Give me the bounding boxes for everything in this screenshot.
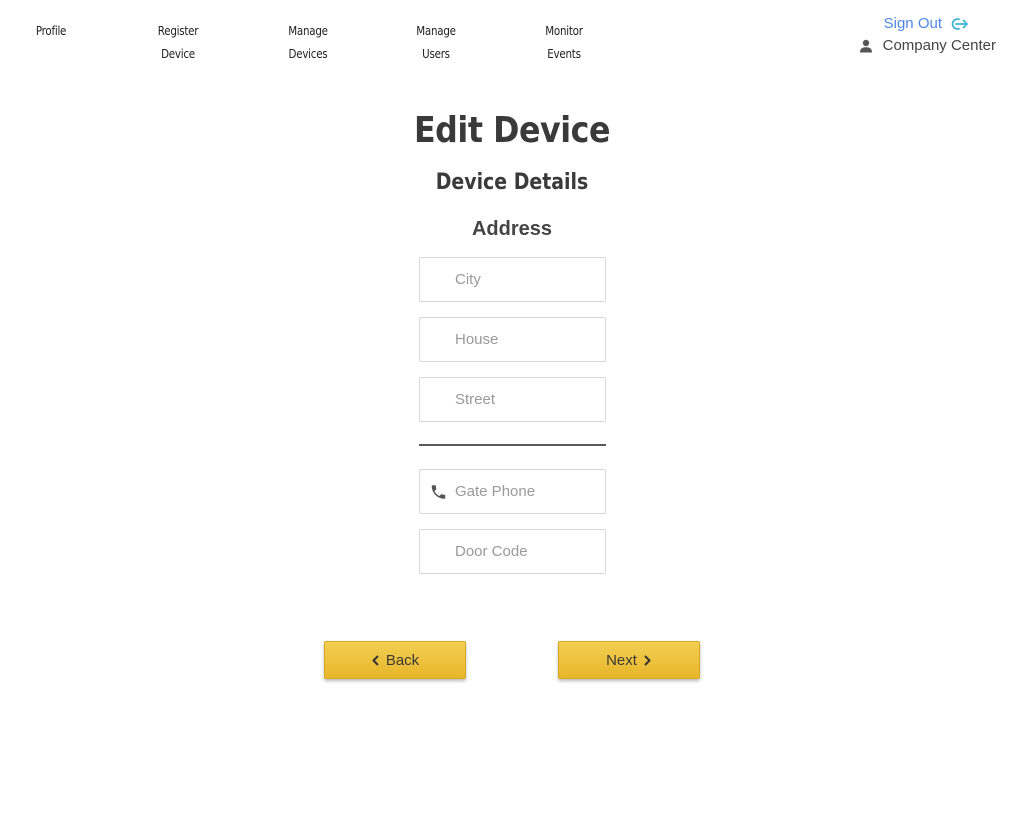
chevron-left-icon: [372, 654, 379, 666]
sign-out-link[interactable]: Sign Out: [884, 14, 970, 34]
nav-item-label: Monitor: [545, 24, 583, 38]
top-nav: Profile Register Device Manage Devices M…: [0, 20, 640, 70]
company-name: Company Center: [882, 37, 996, 54]
nav-item-label: Manage: [416, 24, 456, 38]
door-code-field: [419, 529, 606, 574]
street-field: [419, 377, 606, 422]
gate-phone-field: [419, 469, 606, 514]
user-box: Sign Out Company Center: [846, 14, 996, 62]
nav-item-profile[interactable]: Profile: [24, 20, 77, 43]
sign-out-label: Sign Out: [883, 15, 942, 32]
nav-item-manage-users[interactable]: Manage Users: [403, 20, 468, 66]
back-button-label: Back: [385, 651, 420, 669]
nav-item-monitor-events[interactable]: Monitor Events: [531, 20, 596, 66]
nav-item-label: Manage: [288, 24, 328, 38]
phone-icon: [431, 485, 446, 499]
gate-phone-input[interactable]: [455, 470, 600, 513]
street-input[interactable]: [455, 378, 600, 421]
user-icon: [859, 39, 872, 53]
nav-item-label: Profile: [35, 24, 67, 38]
door-code-input[interactable]: [455, 530, 600, 573]
nav-item-register-device[interactable]: Register Device: [145, 20, 210, 66]
nav-item-label-line2: Events: [547, 47, 581, 61]
chevron-right-icon: [644, 654, 651, 666]
section-title-address: Address: [471, 218, 553, 240]
next-button[interactable]: Next: [558, 641, 700, 679]
nav-item-label: Register: [157, 24, 199, 38]
next-button-label: Next: [606, 651, 637, 669]
house-field: [419, 317, 606, 362]
city-input[interactable]: [455, 258, 600, 301]
nav-item-label-line2: Devices: [288, 47, 328, 61]
nav-item-manage-devices[interactable]: Manage Devices: [275, 20, 340, 66]
nav-item-label-line2: Users: [422, 47, 450, 61]
page-title: Edit Device: [413, 110, 611, 151]
company-label: Company Center: [859, 36, 996, 56]
city-field: [419, 257, 606, 302]
house-input[interactable]: [455, 318, 600, 361]
sign-out-icon: [951, 18, 968, 30]
back-button[interactable]: Back: [324, 641, 466, 679]
nav-item-label-line2: Device: [161, 47, 195, 61]
section-divider: [419, 444, 606, 446]
page-subtitle: Device Details: [435, 170, 589, 195]
